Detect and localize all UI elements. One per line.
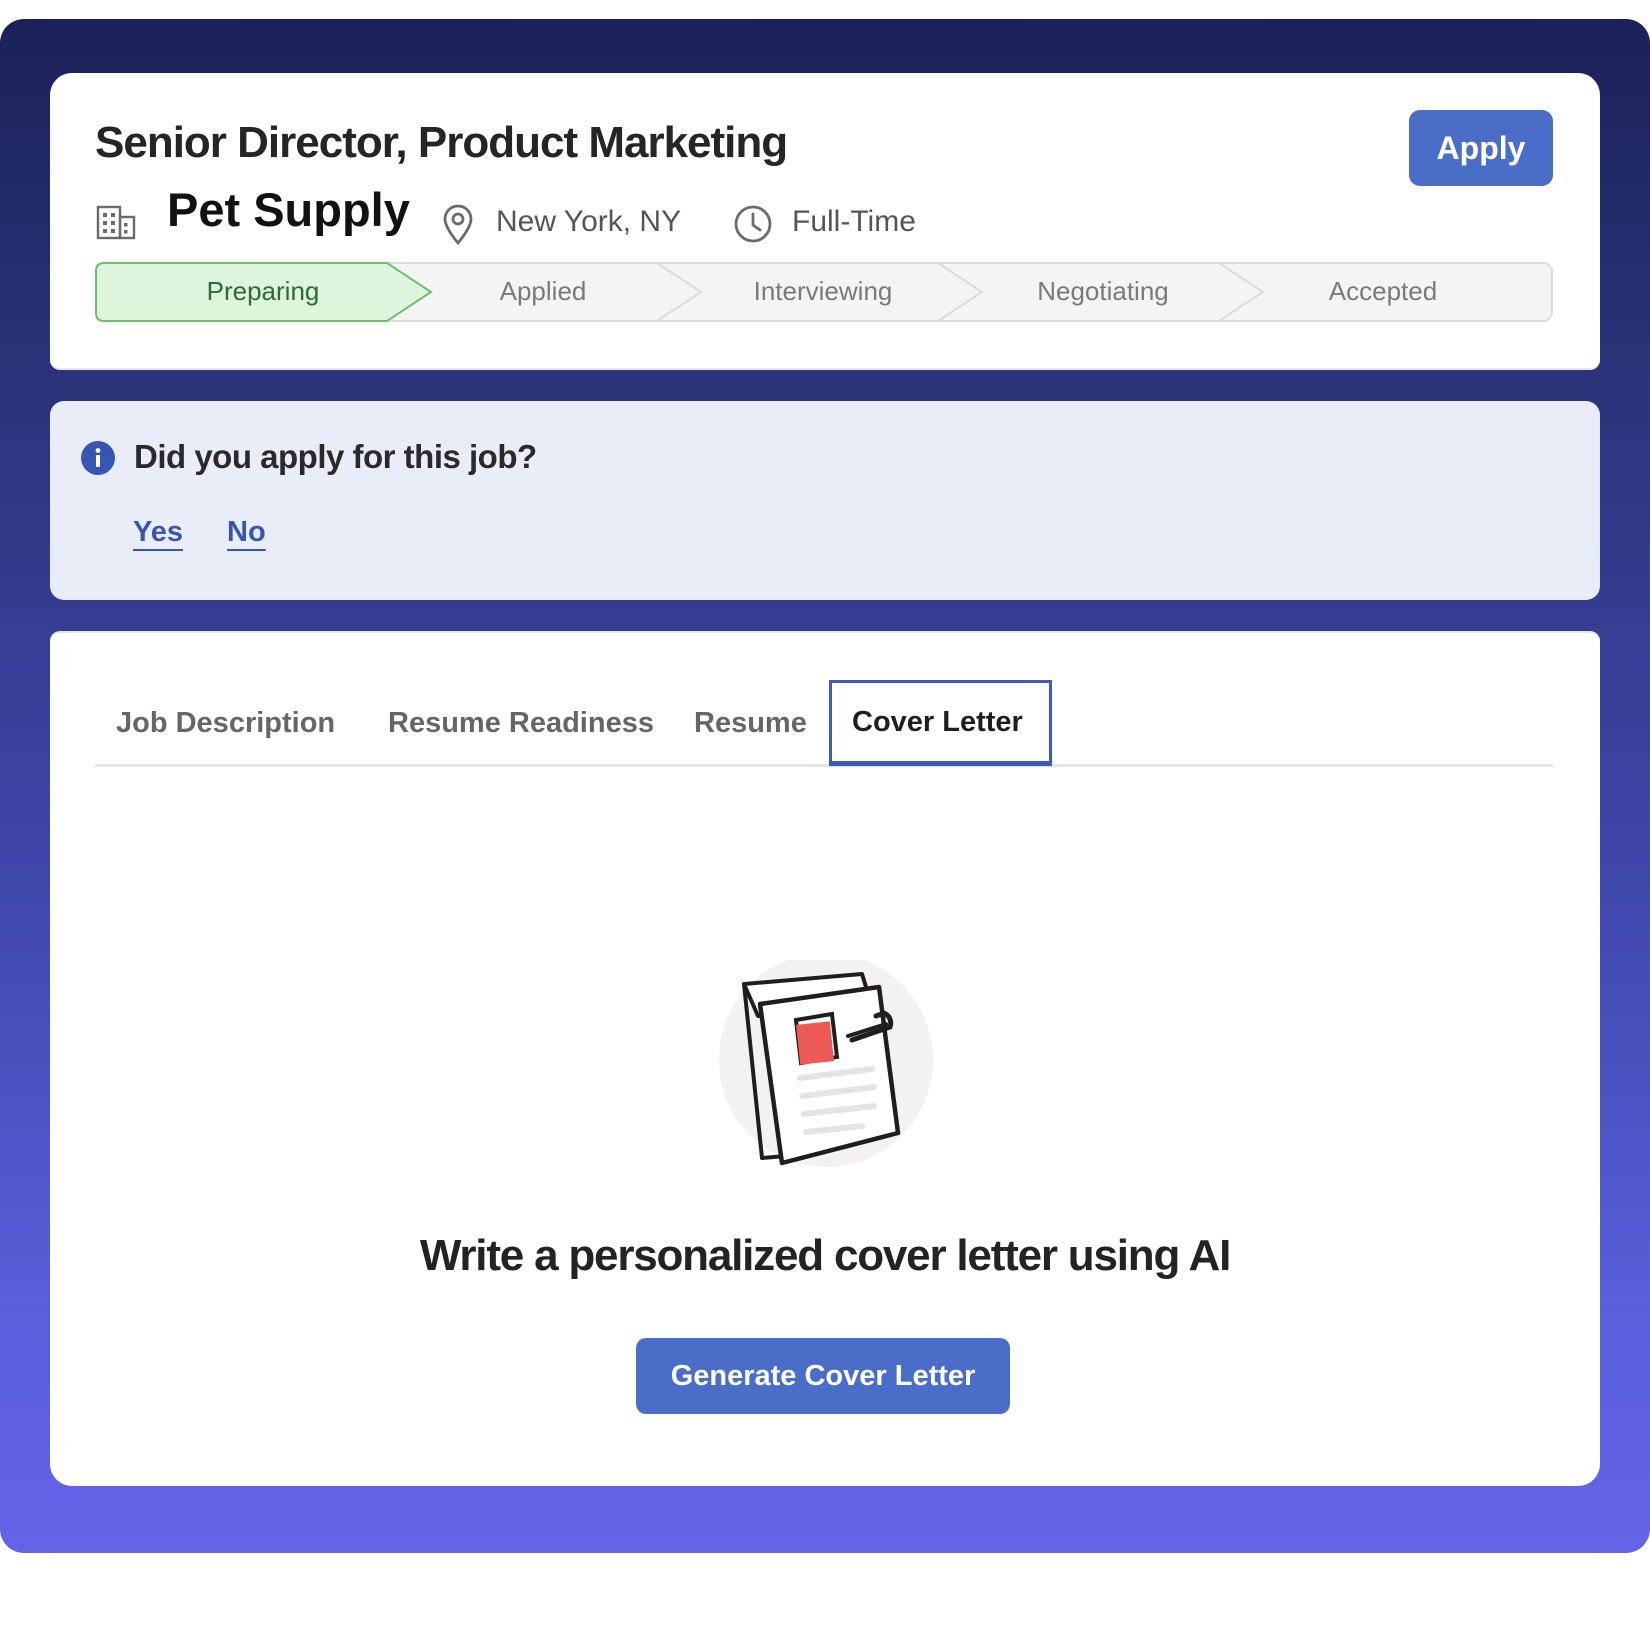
- step-accepted[interactable]: Accepted: [1243, 276, 1523, 307]
- yes-link[interactable]: Yes: [133, 516, 183, 549]
- step-applied[interactable]: Applied: [403, 276, 683, 307]
- step-preparing[interactable]: Preparing: [123, 276, 403, 307]
- clock-icon: [733, 204, 773, 249]
- cover-letter-headline: Write a personalized cover letter using …: [419, 1231, 1231, 1280]
- tab-resume[interactable]: Resume: [694, 680, 807, 766]
- tab-resume-readiness[interactable]: Resume Readiness: [388, 680, 654, 766]
- step-interviewing[interactable]: Interviewing: [683, 276, 963, 307]
- apply-confirmation-banner: [50, 401, 1600, 600]
- apply-button[interactable]: Apply: [1409, 110, 1553, 186]
- job-location: New York, NY: [496, 205, 682, 238]
- step-negotiating[interactable]: Negotiating: [963, 276, 1243, 307]
- info-icon: [80, 440, 116, 481]
- job-title: Senior Director, Product Marketing: [95, 118, 788, 167]
- company-name: Pet Supply: [167, 183, 410, 236]
- application-stepper: Preparing Applied Interviewing Negotiati…: [95, 262, 1553, 322]
- building-icon: [96, 204, 136, 245]
- location-pin-icon: [441, 204, 475, 251]
- no-link[interactable]: No: [227, 516, 266, 549]
- document-clip-icon: [716, 953, 936, 1175]
- tab-job-description[interactable]: Job Description: [116, 680, 335, 766]
- generate-cover-letter-button[interactable]: Generate Cover Letter: [636, 1338, 1010, 1414]
- apply-question: Did you apply for this job?: [134, 438, 537, 475]
- employment-type: Full-Time: [792, 205, 916, 238]
- tab-cover-letter[interactable]: Cover Letter: [829, 680, 1052, 766]
